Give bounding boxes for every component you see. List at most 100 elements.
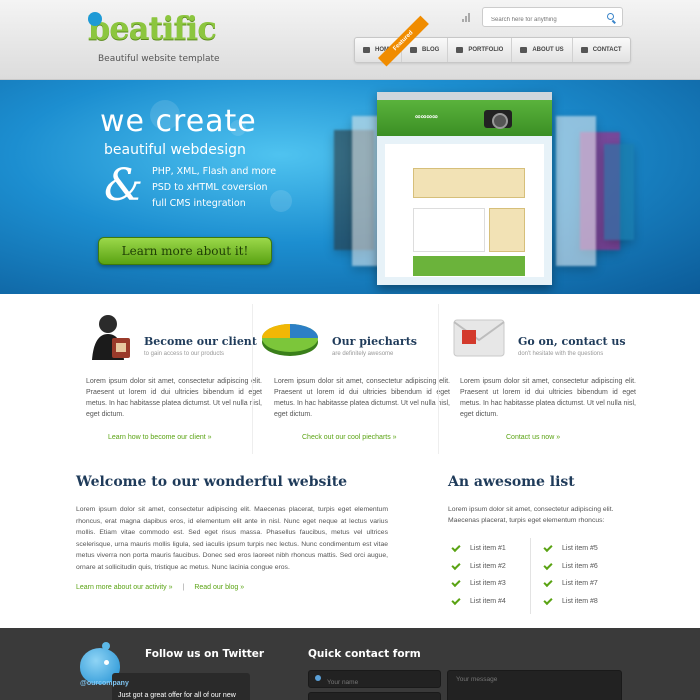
second-field[interactable] (309, 696, 439, 700)
bokeh-light (270, 190, 292, 212)
feature-title: Go on, contact us (518, 335, 626, 348)
featured-slide-preview[interactable]: ∞∞∞∞ (377, 92, 552, 285)
home-icon (363, 47, 370, 53)
preview-body (385, 144, 544, 277)
list-item: List item #7 (540, 575, 598, 593)
list-item-label: List item #4 (470, 597, 506, 605)
slide-preview (556, 116, 596, 266)
check-icon (543, 560, 553, 570)
check-icon (543, 578, 553, 588)
book-icon (520, 47, 528, 53)
list-item: List item #5 (540, 540, 598, 558)
search-box (482, 7, 623, 29)
nav-portfolio[interactable]: PORTFOLIO (448, 38, 513, 62)
logo[interactable]: beatific (88, 8, 217, 48)
slide-preview (604, 144, 634, 240)
browser-bar (377, 92, 552, 100)
tagline: Beautiful website template (98, 54, 220, 64)
blog-link[interactable]: Read our blog » (194, 584, 244, 591)
welcome-text: Lorem ipsum dolor sit amet, consectetur … (76, 506, 388, 571)
list-item-label: List item #7 (562, 580, 598, 588)
footer: Follow us on Twitter @ourcompany Just go… (0, 628, 700, 700)
nav-portfolio-label: PORTFOLIO (468, 47, 504, 53)
check-icon (543, 543, 553, 553)
divider (438, 304, 439, 454)
list-item: List item #2 (448, 558, 506, 576)
check-icon (543, 595, 553, 605)
name-field-wrapper (308, 670, 441, 691)
nav-about-label: ABOUT US (532, 47, 564, 53)
list-item-label: List item #5 (562, 545, 598, 553)
feature-link[interactable]: Check out our cool piecharts » (302, 434, 397, 441)
list-item: List item #4 (448, 593, 506, 611)
check-icon (451, 595, 461, 605)
name-field[interactable] (309, 674, 439, 691)
header: beatific Beautiful website template HOME… (0, 0, 700, 80)
feature-text: Lorem ipsum dolor sit amet, consectetur … (86, 378, 262, 418)
hero-subtitle: beautiful webdesign (104, 142, 246, 158)
preview-header: ∞∞∞∞ (377, 100, 552, 136)
contact-form-title: Quick contact form (308, 648, 421, 660)
nav-contact[interactable]: CONTACT (573, 38, 630, 62)
hero-ampersand: & (104, 160, 144, 211)
feature-title: Our piecharts (332, 335, 417, 348)
hero-title: we create (100, 104, 257, 139)
search-icon[interactable] (607, 13, 614, 20)
welcome-links: Learn more about our activity » | Read our… (76, 584, 244, 591)
feature-link[interactable]: Contact us now » (506, 434, 560, 441)
feature-text: Lorem ipsum dolor sit amet, consectetur … (460, 378, 636, 418)
preview-panel (489, 208, 525, 252)
client-icon (92, 315, 130, 360)
link-separator: | (182, 584, 185, 591)
logo-dot-icon (88, 12, 102, 26)
message-field[interactable] (448, 671, 621, 700)
preview-panel (413, 168, 525, 198)
user-icon (315, 675, 321, 681)
mail-icon (580, 47, 588, 53)
chat-icon (410, 47, 417, 53)
list-item-label: List item #6 (562, 562, 598, 570)
search-input[interactable] (483, 11, 601, 29)
portfolio-icon (456, 47, 464, 53)
preview-panel (413, 208, 485, 252)
logo-text: beatific (88, 9, 217, 47)
list-item: List item #1 (448, 540, 506, 558)
preview-footer (413, 256, 525, 276)
list-column-2: List item #5 List item #6 List item #7 L… (540, 540, 598, 610)
list-item: List item #6 (540, 558, 598, 576)
list-item-label: List item #2 (470, 562, 506, 570)
list-item: List item #3 (448, 575, 506, 593)
activity-link[interactable]: Learn more about our activity » (76, 584, 173, 591)
piechart-icon (262, 324, 318, 356)
divider (530, 538, 531, 614)
list-title: An awesome list (448, 474, 575, 490)
list-item-label: List item #8 (562, 597, 598, 605)
features-row: Become our client to gain access to our … (0, 294, 700, 460)
feature-link[interactable]: Learn how to become our client » (108, 434, 212, 441)
feature-subtitle: to gain access to our products (144, 351, 225, 357)
hero-line: PSD to xHTML coversion (152, 182, 268, 193)
feature-text: Lorem ipsum dolor sit amet, consectetur … (274, 378, 450, 418)
twitter-title: Follow us on Twitter (145, 648, 265, 660)
list-item-label: List item #3 (470, 580, 506, 588)
nav-blog-label: BLOG (422, 47, 440, 53)
tweet-text: Just got a great offer for all of our ne… (118, 692, 236, 699)
hero-line: full CMS integration (152, 198, 246, 209)
envelope-icon (453, 319, 505, 357)
list-column-1: List item #1 List item #2 List item #3 L… (448, 540, 506, 610)
signal-icon[interactable] (462, 12, 472, 22)
divider (252, 304, 253, 454)
message-field-wrapper (447, 670, 622, 700)
feature-subtitle: don't hesitate with the questions (518, 351, 604, 357)
camera-icon (484, 110, 512, 129)
check-icon (451, 543, 461, 553)
preview-logo: ∞∞∞∞ (415, 112, 438, 121)
learn-more-button[interactable]: Learn more about it! (98, 237, 272, 265)
nav-about[interactable]: ABOUT US (512, 38, 573, 62)
bird-eye (104, 660, 109, 665)
feature-subtitle: are definitely awesome (332, 351, 394, 357)
twitter-handle[interactable]: @ourcompany (80, 680, 129, 687)
check-icon (451, 578, 461, 588)
check-icon (451, 560, 461, 570)
list-item: List item #8 (540, 593, 598, 611)
